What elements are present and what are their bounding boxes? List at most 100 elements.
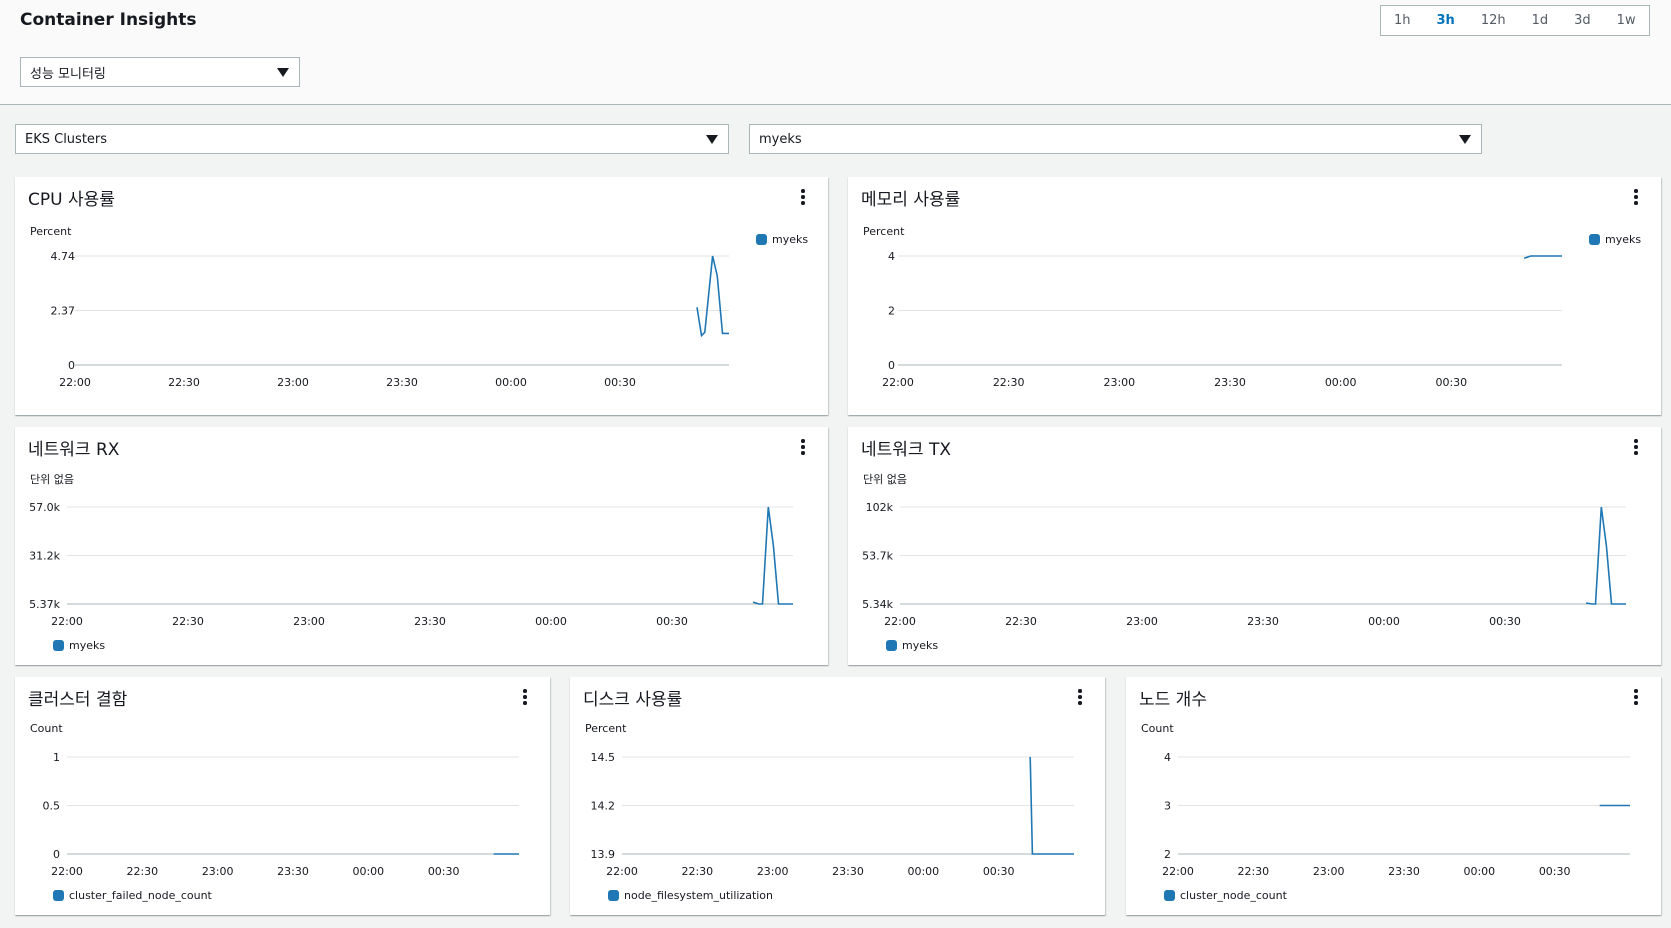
x-tick-label: 22:00 (1162, 865, 1194, 878)
time-range-option-3h[interactable]: 3h (1424, 13, 1468, 28)
x-tick-label: 23:00 (1313, 865, 1345, 878)
x-tick-label: 00:30 (656, 615, 688, 628)
time-range-option-1h[interactable]: 1h (1381, 13, 1424, 28)
widget-panel: 네트워크 RX 단위 없음 57.0k 31.2k 5.37k 22:00 22:30 23:… (15, 427, 828, 665)
legend-label: node_filesystem_utilization (624, 889, 774, 902)
y-tick-label: 1 (53, 751, 60, 764)
widget-panel: 네트워크 TX 단위 없음 102k 53.7k 5.34k 22:00 22:30 23:0… (848, 427, 1661, 665)
x-tick-label: 23:00 (277, 376, 309, 389)
x-tick-label: 00:00 (907, 865, 939, 878)
y-tick-label: 4.74 (51, 250, 76, 263)
x-tick-label: 23:30 (386, 376, 418, 389)
x-tick-label: 00:30 (428, 865, 460, 878)
line-chart: 14.5 14.2 13.9 22:00 22:30 23:00 23:30 00:00 00:… (591, 751, 1074, 878)
legend-swatch (608, 890, 619, 901)
legend-item[interactable]: myeks (1589, 233, 1641, 246)
resource-type-select-value: EKS Clusters (25, 131, 108, 147)
y-tick-label: 4 (1164, 751, 1171, 764)
x-tick-label: 22:00 (606, 865, 638, 878)
x-tick-label: 23:30 (1388, 865, 1420, 878)
page-title: Container Insights (20, 10, 197, 30)
y-tick-label: 53.7k (862, 550, 893, 563)
y-tick-label: 13.9 (591, 848, 616, 861)
y-tick-label: 0 (888, 359, 895, 372)
x-tick-label: 00:30 (604, 376, 636, 389)
legend-label: myeks (902, 639, 939, 652)
x-tick-label: 00:00 (1368, 615, 1400, 628)
resource-type-select[interactable]: EKS Clusters (15, 124, 729, 154)
legend-swatch (1589, 234, 1600, 245)
cluster-select-value: myeks (759, 131, 802, 147)
series-line (696, 255, 729, 338)
widget-panel: 클러스터 결함 Count 1 0.5 0 22:00 22:30 23:00 23:30 00:… (15, 677, 550, 915)
line-chart: 1 0.5 0 22:00 22:30 23:00 23:30 00:00 00:30 (43, 751, 519, 878)
time-range-selector: 1h 3h 12h 1d 3d 1w (1380, 5, 1650, 36)
legend-swatch (756, 234, 767, 245)
y-tick-label: 0.5 (43, 800, 61, 813)
y-tick-label: 102k (866, 501, 894, 514)
line-chart: 102k 53.7k 5.34k 22:00 22:30 23:00 23:30 00:00 0… (862, 501, 1626, 628)
view-select-value: 성능 모니터링 (30, 66, 106, 82)
legend-label: cluster_failed_node_count (69, 889, 212, 902)
widget-panel: 디스크 사용률 Percent 14.5 14.2 13.9 22:00 22:30 23:0… (570, 677, 1105, 915)
y-tick-label: 5.37k (29, 598, 60, 611)
view-select[interactable]: 성능 모니터링 (20, 57, 300, 87)
x-tick-label: 22:00 (884, 615, 916, 628)
y-tick-label: 0 (68, 359, 75, 372)
x-tick-label: 00:30 (1489, 615, 1521, 628)
time-range-option-1d[interactable]: 1d (1519, 13, 1562, 28)
x-tick-label: 22:30 (1005, 615, 1037, 628)
y-tick-label: 2.37 (51, 305, 76, 318)
series-line (1523, 255, 1562, 259)
x-tick-label: 22:00 (51, 865, 83, 878)
legend-item[interactable]: myeks (756, 233, 808, 246)
chevron-down-icon (706, 135, 718, 144)
x-tick-label: 23:30 (1247, 615, 1279, 628)
chevron-down-icon (277, 68, 289, 77)
legend-item[interactable]: cluster_node_count (1164, 889, 1287, 902)
chevron-down-icon (1459, 135, 1471, 144)
legend-label: myeks (772, 233, 809, 246)
x-tick-label: 22:30 (681, 865, 713, 878)
y-tick-label: 5.34k (862, 598, 893, 611)
line-chart: 4.74 2.37 0 22:00 22:30 23:00 23:30 00:00 00:30 (51, 250, 729, 389)
legend-swatch (53, 640, 64, 651)
widget-panel: 노드 개수 Count 4 3 2 22:00 22:30 23:00 23:30 00:00 00… (1126, 677, 1661, 915)
time-range-option-3d[interactable]: 3d (1561, 13, 1604, 28)
y-tick-label: 14.2 (591, 800, 616, 813)
widget-panel: CPU 사용률 Percent 4.74 2.37 0 22:00 22:30 23:00 23… (15, 177, 828, 415)
legend-item[interactable]: node_filesystem_utilization (608, 889, 773, 902)
page-header: Container Insights 1h 3h 12h 1d 3d 1w 성능 모니터링 (0, 0, 1671, 105)
y-tick-label: 14.5 (591, 751, 616, 764)
legend-item[interactable]: myeks (886, 639, 938, 652)
x-tick-label: 00:00 (1463, 865, 1495, 878)
legend-item[interactable]: myeks (53, 639, 105, 652)
x-tick-label: 23:00 (1126, 615, 1158, 628)
line-chart: 4 3 2 22:00 22:30 23:00 23:30 00:00 00:30 (1162, 751, 1630, 878)
x-tick-label: 23:30 (277, 865, 309, 878)
x-tick-label: 23:30 (832, 865, 864, 878)
y-tick-label: 31.2k (29, 550, 60, 563)
y-tick-label: 2 (888, 305, 895, 318)
line-chart: 4 2 0 22:00 22:30 23:00 23:30 00:00 00:30 (882, 250, 1562, 389)
time-range-option-1w[interactable]: 1w (1604, 13, 1649, 28)
x-tick-label: 00:00 (352, 865, 384, 878)
x-tick-label: 23:30 (414, 615, 446, 628)
legend-label: cluster_node_count (1180, 889, 1287, 902)
legend-item[interactable]: cluster_failed_node_count (53, 889, 212, 902)
time-range-option-12h[interactable]: 12h (1468, 13, 1519, 28)
x-tick-label: 23:00 (757, 865, 789, 878)
x-tick-label: 22:00 (51, 615, 83, 628)
widget-panel: 메모리 사용률 Percent 4 2 0 22:00 22:30 23:00 23:30 00:… (848, 177, 1661, 415)
x-tick-label: 22:30 (168, 376, 200, 389)
legend-swatch (1164, 890, 1175, 901)
x-tick-label: 22:30 (1237, 865, 1269, 878)
legend-swatch (886, 640, 897, 651)
x-tick-label: 00:30 (1435, 376, 1467, 389)
x-tick-label: 00:00 (495, 376, 527, 389)
x-tick-label: 22:30 (126, 865, 158, 878)
x-tick-label: 23:00 (293, 615, 325, 628)
x-tick-label: 22:00 (882, 376, 914, 389)
cluster-select[interactable]: myeks (749, 124, 1482, 154)
x-tick-label: 22:30 (993, 376, 1025, 389)
